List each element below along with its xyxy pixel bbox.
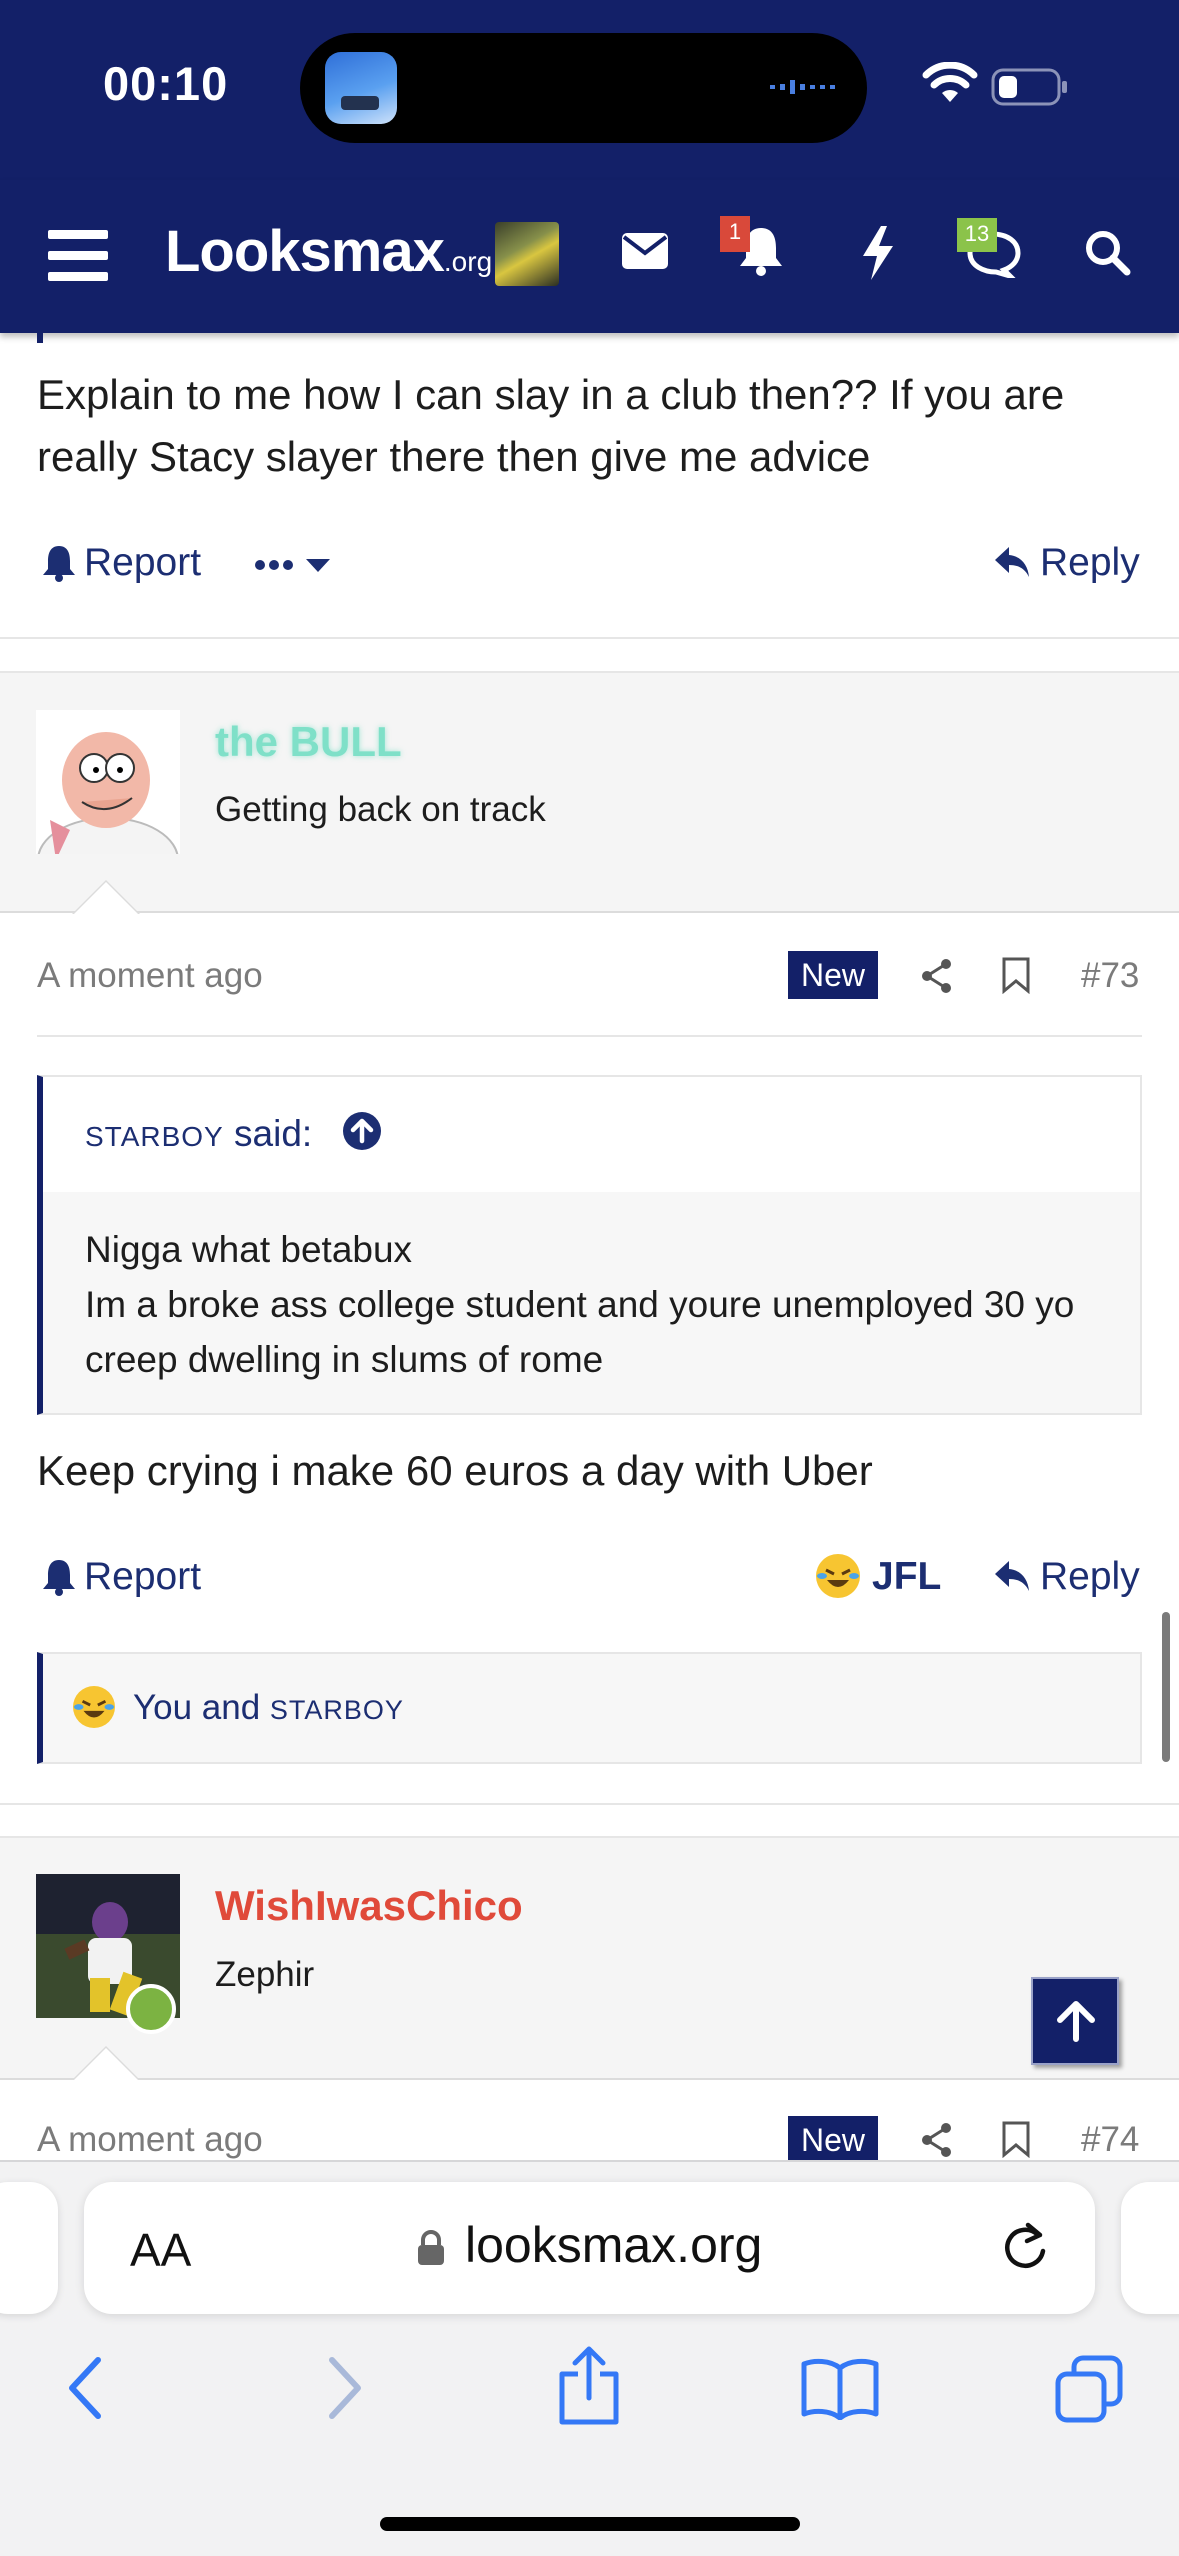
laughing-emoji-icon <box>816 1554 860 1598</box>
quote-border-remnant <box>37 333 43 343</box>
jump-to-quote-icon[interactable] <box>342 1111 382 1151</box>
search-icon[interactable] <box>1085 230 1131 276</box>
post-timestamp[interactable]: A moment ago <box>37 956 263 996</box>
reactions-summary[interactable]: You and STARBOY <box>133 1688 404 1728</box>
report-link[interactable]: Report <box>84 541 201 585</box>
scroll-indicator[interactable] <box>1162 1612 1170 1762</box>
quote-author[interactable]: STARBOY <box>85 1121 224 1152</box>
more-options-icon[interactable] <box>254 557 334 573</box>
post-divider <box>0 1803 1179 1805</box>
bookmark-icon[interactable] <box>1000 956 1032 994</box>
quote-said: said: <box>234 1113 313 1154</box>
lock-icon <box>418 2230 444 2265</box>
user-title: Getting back on track <box>215 790 546 829</box>
site-logo[interactable]: Looksmax.org <box>165 218 492 285</box>
report-bell-icon <box>43 546 75 582</box>
reload-icon[interactable] <box>1000 2221 1050 2273</box>
share-sheet-icon[interactable] <box>556 2346 622 2426</box>
text-size-button[interactable]: AA <box>130 2223 191 2277</box>
forward-icon[interactable] <box>324 2356 364 2420</box>
user-header-pointer <box>72 2046 140 2080</box>
tabs-icon[interactable] <box>1054 2354 1124 2424</box>
status-time: 00:10 <box>103 57 229 110</box>
report-link[interactable]: Report <box>84 1555 201 1599</box>
new-badge: New <box>788 951 878 999</box>
username[interactable]: the BULL <box>215 718 402 766</box>
quote-attribution[interactable]: STARBOY said: <box>85 1112 381 1155</box>
bookmark-icon[interactable] <box>1000 2120 1032 2158</box>
react-jfl-button[interactable]: JFL <box>872 1555 941 1599</box>
reply-link[interactable]: Reply <box>1040 1555 1140 1599</box>
menu-icon[interactable] <box>48 230 108 282</box>
scroll-to-top-button[interactable] <box>1031 1977 1119 2065</box>
post-number[interactable]: #73 <box>1081 956 1139 996</box>
share-icon[interactable] <box>920 958 954 994</box>
alerts-badge: 1 <box>720 216 750 252</box>
audio-wave-icon <box>770 80 835 94</box>
laughing-emoji-icon <box>73 1686 115 1728</box>
quote-line: Nigga what betabux <box>85 1229 413 1270</box>
online-status-dot <box>126 1984 176 2034</box>
reactions-bar[interactable]: You and STARBOY <box>37 1652 1142 1764</box>
reply-arrow-icon <box>995 547 1029 577</box>
post-timestamp[interactable]: A moment ago <box>37 2120 263 2160</box>
user-avatar[interactable] <box>36 710 180 854</box>
logo-text: Looksmax <box>165 219 445 284</box>
post-message: Explain to me how I can slay in a club t… <box>37 371 1065 480</box>
back-icon[interactable] <box>66 2356 106 2420</box>
inbox-icon[interactable] <box>621 232 669 270</box>
user-title: Zephir <box>215 1955 315 1994</box>
arrow-up-icon <box>1057 2001 1095 2042</box>
user-header-pointer <box>72 880 140 914</box>
quote-body: Nigga what betabux Im a broke ass colleg… <box>85 1222 1105 1387</box>
reply-arrow-icon <box>995 1561 1029 1591</box>
account-avatar[interactable] <box>495 222 559 286</box>
reactions-you: You and <box>133 1688 261 1727</box>
whats-new-icon[interactable] <box>861 226 895 280</box>
meta-divider <box>37 1035 1142 1037</box>
reply-link[interactable]: Reply <box>1040 541 1140 585</box>
report-bell-icon <box>43 1560 75 1596</box>
post-message: Keep crying i make 60 euros a day with U… <box>37 1447 873 1494</box>
url-text[interactable]: looksmax.org <box>465 2216 762 2274</box>
post-number[interactable]: #74 <box>1081 2120 1139 2160</box>
home-indicator[interactable] <box>380 2517 800 2531</box>
bookmarks-icon[interactable] <box>800 2356 880 2420</box>
reactions-user[interactable]: STARBOY <box>270 1695 404 1725</box>
logo-tld: .org <box>443 246 493 277</box>
share-icon[interactable] <box>920 2122 954 2158</box>
wifi-icon <box>922 62 978 102</box>
post-divider <box>0 637 1179 639</box>
battery-icon <box>991 68 1067 106</box>
next-tab-preview[interactable] <box>1121 2182 1179 2314</box>
new-badge: New <box>788 2116 878 2160</box>
quote-block: STARBOY said: Nigga what betabux Im a br… <box>37 1075 1142 1415</box>
quote-line: Im a broke ass college student and youre… <box>85 1284 1075 1380</box>
previous-tab-preview[interactable] <box>0 2182 58 2314</box>
username[interactable]: WishIwasChico <box>215 1882 523 1930</box>
conversations-badge: 13 <box>957 218 997 252</box>
now-playing-thumbnail <box>325 52 397 124</box>
